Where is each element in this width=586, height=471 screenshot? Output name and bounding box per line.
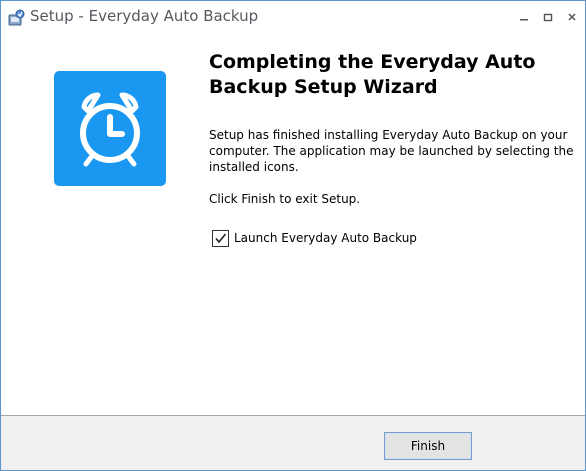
- launch-checkbox-label[interactable]: Launch Everyday Auto Backup: [234, 231, 417, 245]
- wizard-content: Completing the Everyday Auto Backup Setu…: [9, 33, 579, 415]
- launch-checkbox[interactable]: [212, 229, 229, 247]
- maximize-button[interactable]: [537, 7, 559, 27]
- checkmark-icon: [215, 232, 227, 243]
- minimize-button[interactable]: [513, 7, 535, 27]
- maximize-icon: [543, 13, 553, 22]
- close-icon: [568, 13, 576, 21]
- launch-option[interactable]: Launch Everyday Auto Backup: [212, 229, 417, 247]
- minimize-icon: [520, 19, 528, 21]
- window-title: Setup - Everyday Auto Backup: [30, 7, 259, 25]
- page-title: Completing the Everyday Auto Backup Setu…: [209, 51, 536, 98]
- finish-instruction: Click Finish to exit Setup.: [209, 192, 361, 206]
- title-bar[interactable]: Setup - Everyday Auto Backup: [1, 1, 585, 33]
- setup-window: Setup - Everyday Auto Backup Completing …: [0, 0, 586, 471]
- button-bar: Finish: [1, 416, 585, 470]
- close-button[interactable]: [561, 7, 583, 27]
- finish-button[interactable]: Finish: [384, 432, 472, 460]
- setup-installer-icon[interactable]: [7, 9, 25, 27]
- alarm-clock-icon: [80, 92, 140, 167]
- completion-description: Setup has finished installing Everyday A…: [209, 128, 574, 174]
- app-logo: [54, 71, 166, 186]
